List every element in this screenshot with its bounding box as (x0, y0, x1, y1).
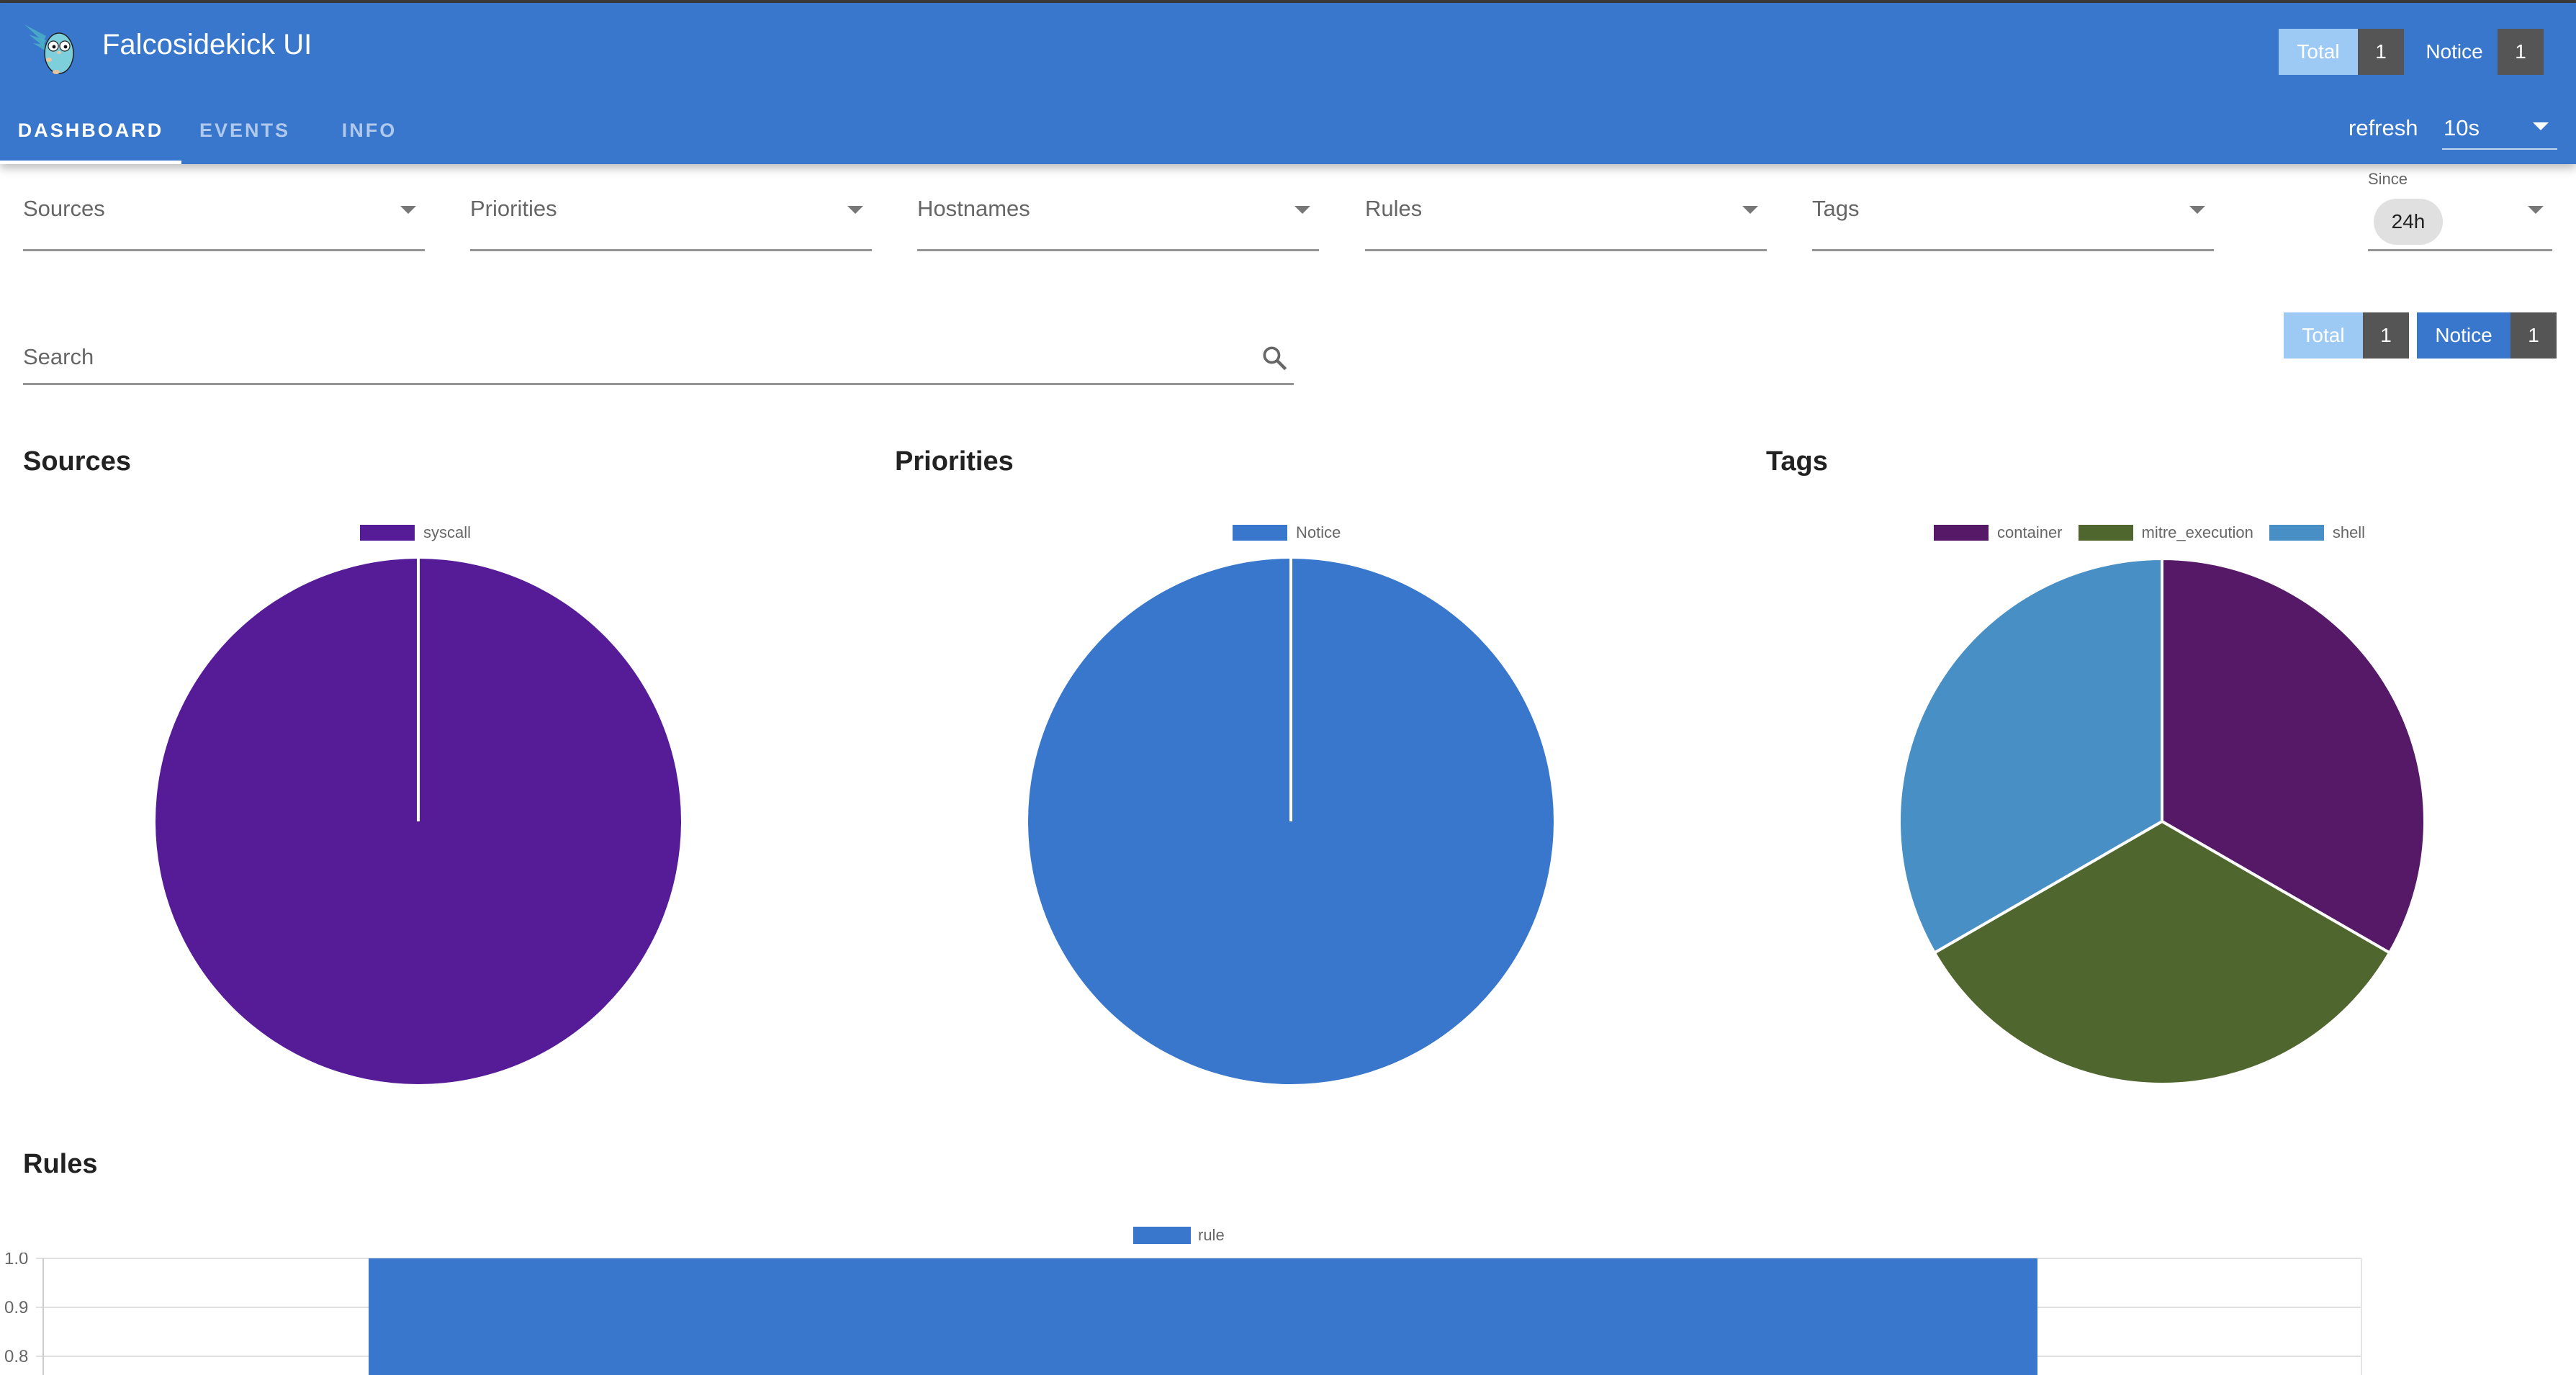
refresh-interval-select[interactable]: 10s (2442, 111, 2557, 150)
tags-filter-label: Tags (1812, 196, 1860, 221)
legend-item-shell[interactable]: shell (2269, 523, 2365, 542)
rules-legend: rule (1133, 1226, 1225, 1245)
sources-legend: syscall (360, 523, 487, 542)
chevron-down-icon (400, 206, 416, 214)
priorities-pie-chart (1028, 559, 1554, 1084)
legend-label: mitre_execution (2141, 523, 2253, 541)
chevron-down-icon (1294, 206, 1310, 214)
y-tick-label: 0.8 (4, 1347, 28, 1366)
rules-filter-label: Rules (1365, 196, 1423, 221)
refresh-interval-value: 10s (2444, 115, 2480, 140)
header-notice-counter: Notice 1 (2411, 29, 2544, 75)
total-label: Total (2284, 312, 2363, 359)
tags-filter-select[interactable]: Tags (1812, 186, 2214, 251)
priorities-chart-title: Priorities (895, 446, 1014, 477)
legend-item-syscall[interactable]: syscall (360, 523, 471, 542)
bar-rule[interactable] (369, 1258, 2037, 1375)
legend-swatch (360, 525, 415, 541)
chevron-down-icon (2533, 122, 2549, 130)
header-total-count: 1 (2358, 29, 2404, 75)
refresh-label: refresh (2348, 115, 2418, 140)
tags-chart-title: Tags (1766, 446, 1828, 477)
tab-dashboard[interactable]: DASHBOARD (0, 96, 181, 164)
chevron-down-icon (847, 206, 863, 214)
header-total-label: Total (2279, 29, 2358, 75)
legend-item-Notice[interactable]: Notice (1233, 523, 1341, 542)
notice-label: Notice (2417, 312, 2510, 359)
notice-count: 1 (2510, 312, 2557, 359)
search-icon[interactable] (1259, 343, 1291, 374)
chevron-down-icon (1742, 206, 1758, 214)
priorities-filter-label: Priorities (470, 196, 557, 221)
priorities-legend: Notice (1233, 523, 1356, 542)
since-select[interactable]: Since 24h (2368, 170, 2552, 251)
search-input[interactable] (23, 341, 1211, 373)
app-title: Falcosidekick UI (102, 29, 312, 60)
legend-label: Notice (1296, 523, 1341, 541)
rules-chart-title: Rules (23, 1149, 98, 1179)
sources-chart-title: Sources (23, 446, 131, 477)
header-notice-count: 1 (2498, 29, 2544, 75)
since-caption: Since (2368, 170, 2408, 188)
total-count: 1 (2363, 312, 2409, 359)
sources-pie-chart (156, 559, 681, 1084)
hostnames-filter-label: Hostnames (917, 196, 1030, 221)
tags-pie-chart (1898, 557, 2426, 1086)
legend-swatch (1233, 525, 1287, 541)
since-value-chip[interactable]: 24h (2374, 199, 2443, 245)
hostnames-filter-select[interactable]: Hostnames (917, 186, 1319, 251)
legend-swatch-rule[interactable] (1133, 1227, 1191, 1244)
sources-filter-label: Sources (23, 196, 105, 221)
chevron-down-icon (2189, 206, 2205, 214)
sources-filter-select[interactable]: Sources (23, 186, 425, 251)
chevron-down-icon (2528, 206, 2544, 214)
gopher-logo-icon (24, 24, 74, 74)
legend-swatch (2078, 525, 2133, 541)
legend-swatch (1934, 525, 1989, 541)
search-field (23, 334, 1294, 385)
legend-label: shell (2332, 523, 2366, 541)
legend-label-rule: rule (1198, 1226, 1225, 1244)
tags-legend: container mitre_execution shell (1934, 523, 2381, 542)
y-tick-label: 0.9 (4, 1298, 28, 1317)
notice-counter[interactable]: Notice 1 (2417, 312, 2557, 359)
legend-label: syscall (423, 523, 472, 541)
y-tick-label: 1.0 (4, 1253, 28, 1268)
header-notice-label: Notice (2426, 40, 2483, 63)
main-tabs: DASHBOARD EVENTS INFO (0, 96, 431, 164)
rules-filter-select[interactable]: Rules (1365, 186, 1767, 251)
priorities-filter-select[interactable]: Priorities (470, 186, 872, 251)
legend-label: container (1997, 523, 2063, 541)
legend-item-mitre_execution[interactable]: mitre_execution (2078, 523, 2253, 542)
total-counter[interactable]: Total 1 (2284, 312, 2409, 359)
tab-info[interactable]: INFO (308, 96, 431, 164)
legend-item-container[interactable]: container (1934, 523, 2063, 542)
app-bar: Falcosidekick UI DASHBOARD EVENTS INFO T… (0, 3, 2576, 164)
legend-swatch (2269, 525, 2324, 541)
rules-bar-chart: 1.0 0.9 0.8 (4, 1253, 2362, 1375)
tab-events[interactable]: EVENTS (181, 96, 308, 164)
header-total-counter: Total 1 (2279, 29, 2404, 75)
